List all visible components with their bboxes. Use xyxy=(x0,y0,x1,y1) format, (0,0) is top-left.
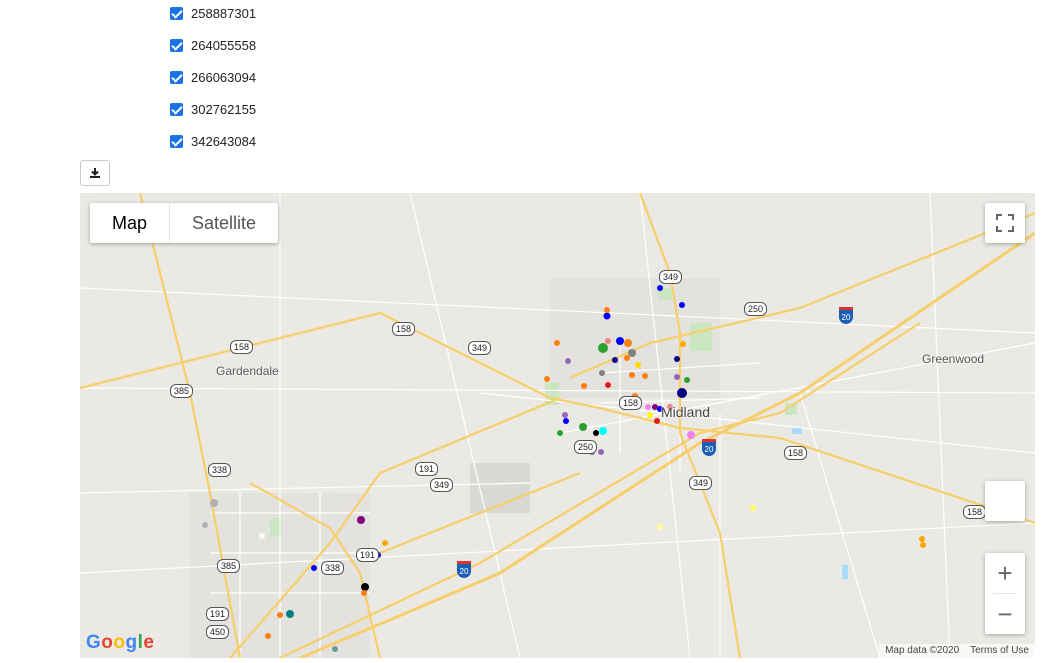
map-type-control: Map Satellite xyxy=(90,203,279,243)
checkbox[interactable] xyxy=(170,102,183,116)
highway-shield: 158 xyxy=(619,396,643,410)
interstate-shield: 20 xyxy=(702,439,716,456)
fullscreen-icon xyxy=(996,214,1014,232)
checkbox-row[interactable]: 266063094 xyxy=(170,68,256,86)
checkbox[interactable] xyxy=(170,38,183,52)
place-label-midland: Midland xyxy=(661,404,711,420)
download-icon xyxy=(90,168,100,178)
zoom-in-button[interactable]: + xyxy=(985,553,1025,593)
highway-shield: 349 xyxy=(430,478,454,492)
checkbox-label: 266063094 xyxy=(191,69,257,85)
map-base[interactable] xyxy=(80,193,1035,658)
interstate-shield: 20 xyxy=(457,561,471,578)
highway-shield: 191 xyxy=(356,548,380,562)
map[interactable]: Gardendale Greenwood Midland 158 158 349… xyxy=(80,193,1035,658)
checkbox[interactable] xyxy=(170,70,183,84)
street-view-control[interactable] xyxy=(985,481,1025,521)
highway-shield: 349 xyxy=(689,476,713,490)
place-label-gardendale: Gardendale xyxy=(216,364,279,378)
highway-shield: 158 xyxy=(963,505,987,519)
highway-shield: 338 xyxy=(208,463,232,477)
place-label-greenwood: Greenwood xyxy=(922,352,985,366)
zoom-out-button[interactable]: − xyxy=(985,594,1025,634)
checkbox[interactable] xyxy=(170,6,183,20)
interstate-shield: 20 xyxy=(839,307,853,324)
highway-shield: 158 xyxy=(230,340,254,354)
fullscreen-button[interactable] xyxy=(985,203,1025,243)
checkbox-label: 342643084 xyxy=(191,133,257,149)
highway-shield: 349 xyxy=(468,341,492,355)
highway-shield: 191 xyxy=(415,462,439,476)
highway-shield: 250 xyxy=(574,440,598,454)
map-type-satellite-button[interactable]: Satellite xyxy=(170,203,278,243)
map-data-text: Map data ©2020 xyxy=(885,645,960,656)
highway-shield: 250 xyxy=(744,302,768,316)
highway-shield: 385 xyxy=(170,384,194,398)
checkbox-row[interactable]: 342643084 xyxy=(170,132,256,150)
checkbox-row[interactable]: 258887301 xyxy=(170,4,256,22)
checkbox-label: 264055558 xyxy=(191,37,257,53)
highway-shield: 158 xyxy=(784,446,808,460)
download-button[interactable] xyxy=(80,160,110,186)
checkbox-row[interactable]: 264055558 xyxy=(170,36,256,54)
google-logo: Google xyxy=(86,632,155,653)
map-type-map-button[interactable]: Map xyxy=(90,203,171,243)
checkbox-label: 302762155 xyxy=(191,101,257,117)
highway-shield: 158 xyxy=(392,322,416,336)
highway-shield: 338 xyxy=(321,561,345,575)
checkbox-row[interactable]: 302762155 xyxy=(170,100,256,118)
checkbox[interactable] xyxy=(170,134,183,148)
highway-shield: 385 xyxy=(217,559,241,573)
highway-shield: 349 xyxy=(659,270,683,284)
terms-of-use-link[interactable]: Terms of Use xyxy=(970,645,1029,656)
highway-shield: 450 xyxy=(206,625,230,639)
checkbox-label: 258887301 xyxy=(191,5,257,21)
map-attribution: Map data ©2020 Terms of Use xyxy=(879,644,1035,658)
highway-shield: 191 xyxy=(206,607,230,621)
zoom-control: + − xyxy=(985,553,1025,634)
